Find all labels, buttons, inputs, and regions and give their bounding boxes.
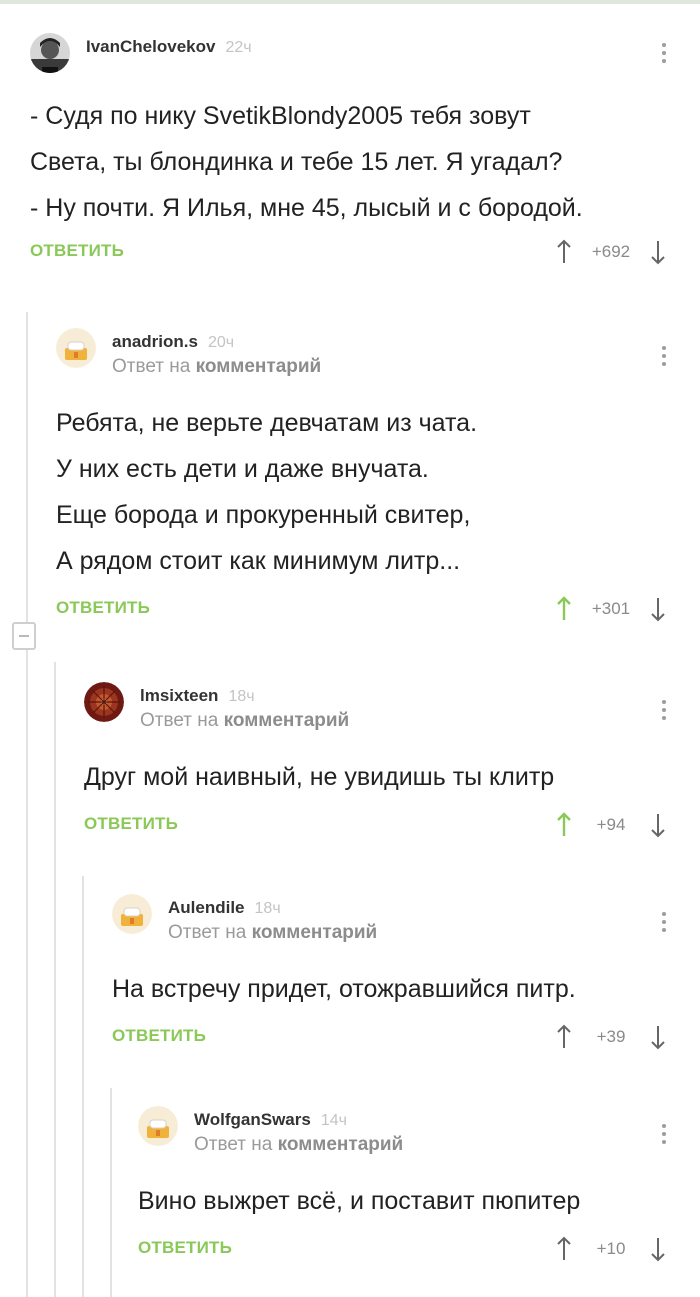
- arrow-up-icon[interactable]: [556, 1236, 572, 1262]
- reply-prefix: Ответ на: [112, 356, 191, 377]
- reply-button[interactable]: ОТВЕТИТЬ: [30, 241, 124, 261]
- author-label[interactable]: anadrion.s: [112, 332, 198, 351]
- comment-time: 14ч: [320, 1112, 347, 1129]
- comment-line: - Ну почти. Я Илья, мне 45, лысый и с бо…: [30, 194, 583, 222]
- thread-line-level-2: [54, 662, 56, 1297]
- comment-time: 18ч: [254, 900, 281, 917]
- comment-time: 22ч: [225, 39, 252, 56]
- reply-button[interactable]: ОТВЕТИТЬ: [112, 1026, 206, 1046]
- arrow-up-icon[interactable]: [556, 1024, 572, 1050]
- vote-controls: +10: [556, 1234, 666, 1264]
- vote-score: +39: [596, 1027, 626, 1046]
- comment: Aulendile 18ч Ответ на комментарий На вст…: [112, 894, 670, 1052]
- vote-score: +692: [591, 242, 631, 261]
- comment-line: У них есть дети и даже внучата.: [56, 455, 429, 483]
- comment-header: WolfganSwars 14ч Ответ на комментарий: [138, 1106, 670, 1155]
- comment-time: 18ч: [228, 688, 255, 705]
- reply-reference: Ответ на комментарий: [194, 1134, 403, 1156]
- comment-line: Еще борода и прокуренный свитер,: [56, 501, 471, 529]
- comment: anadrion.s 20ч Ответ на комментарий Ребят…: [56, 328, 670, 624]
- reply-prefix: Ответ на: [168, 922, 247, 943]
- arrow-down-icon[interactable]: [650, 239, 666, 265]
- avatar[interactable]: [84, 682, 124, 722]
- comment-footer: ОТВЕТИТЬ +94: [84, 810, 670, 840]
- author-name[interactable]: anadrion.s 20ч: [112, 332, 234, 352]
- author-label[interactable]: lmsixteen: [140, 686, 218, 705]
- kebab-menu-icon[interactable]: [658, 33, 670, 73]
- comment-footer: ОТВЕТИТЬ +10: [138, 1234, 670, 1264]
- reply-prefix: Ответ на: [194, 1134, 273, 1155]
- comment: lmsixteen 18ч Ответ на комментарий Друг м…: [84, 682, 670, 840]
- author-name[interactable]: Aulendile 18ч: [168, 898, 281, 918]
- comment: WolfganSwars 14ч Ответ на комментарий Вин…: [138, 1106, 670, 1264]
- comment-text: Вино выжрет всё, и поставит пюпитер: [138, 1178, 670, 1224]
- author-label[interactable]: Aulendile: [168, 898, 245, 917]
- comment-line: А рядом стоит как минимум литр...: [56, 547, 461, 575]
- kebab-menu-icon[interactable]: [658, 1114, 670, 1154]
- comment-text: - Судя по нику SvetikBlondy2005 тебя зов…: [30, 93, 670, 231]
- reply-reference: Ответ на комментарий: [168, 922, 377, 944]
- author-name[interactable]: lmsixteen 18ч: [140, 686, 255, 706]
- vote-controls: +301: [556, 594, 666, 624]
- comment-line: - Судя по нику SvetikBlondy2005 тебя зов…: [30, 102, 531, 130]
- reply-reference: Ответ на комментарий: [140, 710, 349, 732]
- vote-score: +94: [596, 815, 626, 834]
- thread-line-level-1: [26, 312, 28, 1297]
- comment-header: Aulendile 18ч Ответ на комментарий: [112, 894, 670, 943]
- arrow-down-icon[interactable]: [650, 812, 666, 838]
- arrow-up-icon[interactable]: [556, 812, 572, 838]
- comment-time: 20ч: [207, 334, 235, 351]
- thread-line-level-3: [82, 876, 84, 1297]
- top-divider: [0, 0, 700, 4]
- comment-line: Друг мой наивный, не увидишь ты клитр: [84, 763, 555, 791]
- reply-button[interactable]: ОТВЕТИТЬ: [138, 1238, 232, 1258]
- parent-comment-link[interactable]: комментарий: [224, 710, 350, 731]
- avatar[interactable]: [56, 328, 96, 368]
- vote-controls: +94: [556, 810, 666, 840]
- arrow-down-icon[interactable]: [650, 596, 666, 622]
- comment-header: IvanChelovekov 22ч: [30, 33, 670, 77]
- reply-reference: Ответ на комментарий: [112, 356, 321, 378]
- author-label[interactable]: IvanChelovekov: [86, 37, 215, 56]
- comment-text: На встречу придет, отожравшийся питр.: [112, 966, 670, 1012]
- vote-score: +301: [591, 599, 631, 618]
- comment: IvanChelovekov 22ч - Судя по нику SvetikB…: [30, 33, 670, 267]
- avatar[interactable]: [138, 1106, 178, 1146]
- arrow-down-icon[interactable]: [650, 1024, 666, 1050]
- comment-line: Ребята, не верьте девчатам из чата.: [56, 409, 478, 437]
- parent-comment-link[interactable]: комментарий: [252, 922, 378, 943]
- comment-line: На встречу придет, отожравшийся питр.: [112, 975, 576, 1003]
- reply-button[interactable]: ОТВЕТИТЬ: [84, 814, 178, 834]
- comment-line: Вино выжрет всё, и поставит пюпитер: [138, 1187, 581, 1215]
- comment-header: lmsixteen 18ч Ответ на комментарий: [84, 682, 670, 731]
- comment-header: anadrion.s 20ч Ответ на комментарий: [56, 328, 670, 377]
- parent-comment-link[interactable]: комментарий: [278, 1134, 404, 1155]
- comment-line: Света, ты блондинка и тебе 15 лет. Я уга…: [30, 148, 563, 176]
- arrow-up-icon[interactable]: [556, 596, 572, 622]
- avatar[interactable]: [30, 33, 70, 73]
- comment-footer: ОТВЕТИТЬ +301: [56, 594, 670, 624]
- author-name[interactable]: IvanChelovekov 22ч: [86, 37, 252, 57]
- vote-controls: +692: [556, 237, 666, 267]
- arrow-up-icon[interactable]: [556, 239, 572, 265]
- reply-prefix: Ответ на: [140, 710, 219, 731]
- comment-footer: ОТВЕТИТЬ +39: [112, 1022, 670, 1052]
- reply-button[interactable]: ОТВЕТИТЬ: [56, 598, 150, 618]
- kebab-menu-icon[interactable]: [658, 902, 670, 942]
- collapse-thread-icon[interactable]: [12, 622, 36, 650]
- comment-text: Друг мой наивный, не увидишь ты клитр: [84, 754, 670, 800]
- avatar[interactable]: [112, 894, 152, 934]
- author-name[interactable]: WolfganSwars 14ч: [194, 1110, 347, 1130]
- vote-controls: +39: [556, 1022, 666, 1052]
- arrow-down-icon[interactable]: [650, 1236, 666, 1262]
- parent-comment-link[interactable]: комментарий: [196, 356, 322, 377]
- thread-line-level-4: [110, 1088, 112, 1297]
- kebab-menu-icon[interactable]: [658, 336, 670, 376]
- vote-score: +10: [596, 1239, 626, 1258]
- author-label[interactable]: WolfganSwars: [194, 1110, 311, 1129]
- kebab-menu-icon[interactable]: [658, 690, 670, 730]
- comment-footer: ОТВЕТИТЬ +692: [30, 237, 670, 267]
- comment-text: Ребята, не верьте девчатам из чата. У ни…: [56, 400, 670, 584]
